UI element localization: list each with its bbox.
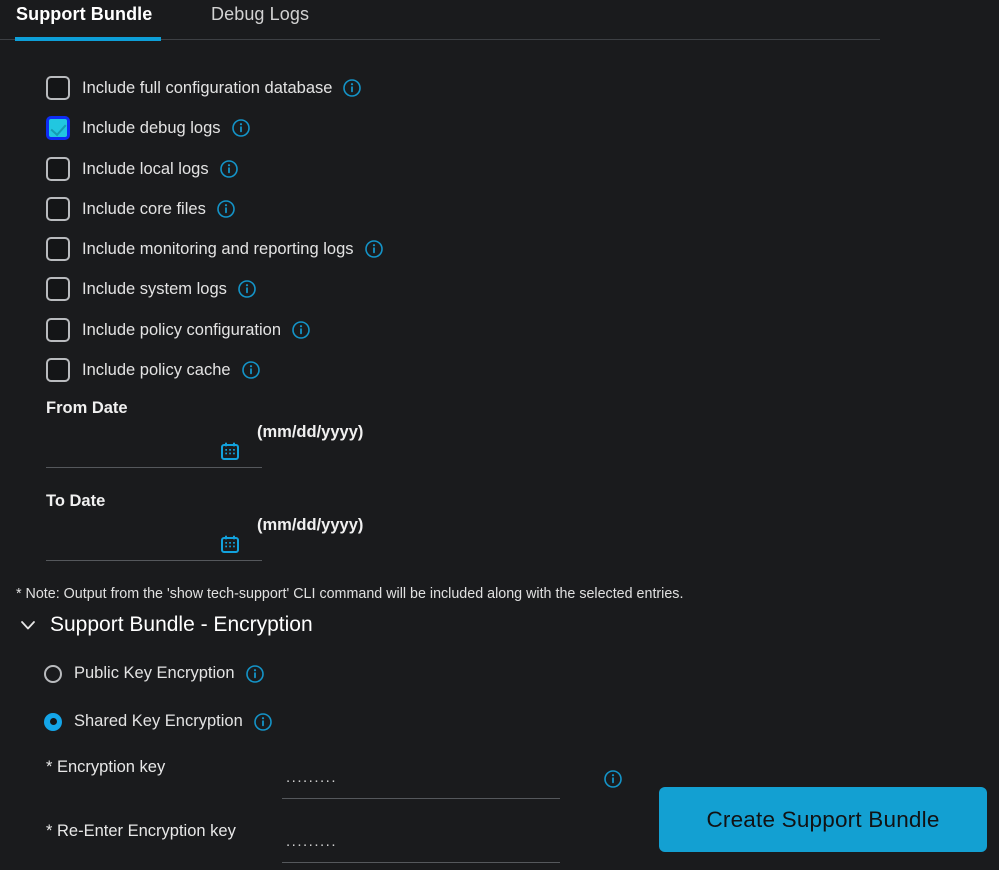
reenter-encryption-key-input-wrap[interactable] — [282, 821, 560, 863]
chevron-down-icon[interactable] — [18, 615, 38, 635]
radio-row-public-key-encryption[interactable]: Public Key Encryption — [44, 664, 264, 683]
from-date-format-hint: (mm/dd/yyyy) — [257, 423, 364, 441]
encryption-section-header[interactable]: Support Bundle - Encryption — [18, 613, 313, 637]
radio-row-shared-key-encryption[interactable]: Shared Key Encryption — [44, 712, 272, 731]
checkbox-label: Include debug logs — [82, 118, 221, 137]
checkbox-row-monitoring-reporting-logs[interactable]: Include monitoring and reporting logs — [46, 237, 383, 261]
checkbox-debug-logs[interactable] — [46, 116, 70, 140]
radio-public-key-encryption[interactable] — [44, 664, 62, 683]
checkbox-row-local-logs[interactable]: Include local logs — [46, 157, 238, 181]
to-date-format-hint: (mm/dd/yyyy) — [257, 516, 364, 534]
reenter-encryption-key-input[interactable] — [282, 821, 560, 862]
checkbox-row-system-logs[interactable]: Include system logs — [46, 277, 256, 301]
info-icon[interactable] — [364, 240, 383, 258]
info-icon[interactable] — [245, 664, 264, 683]
checkbox-label: Include system logs — [82, 279, 227, 298]
info-icon[interactable] — [343, 79, 362, 97]
to-date-input-wrap[interactable] — [46, 521, 262, 561]
info-icon[interactable] — [292, 321, 310, 339]
encryption-key-label: * Encryption key — [46, 758, 166, 776]
info-icon[interactable] — [238, 280, 256, 298]
active-tab-indicator — [15, 37, 161, 41]
to-date-label: To Date — [46, 492, 106, 510]
checkbox-row-policy-configuration[interactable]: Include policy configuration — [46, 318, 310, 342]
encryption-key-input-wrap[interactable] — [282, 757, 560, 799]
checkbox-label: Include core files — [82, 199, 206, 218]
checkbox-label: Include policy cache — [82, 360, 231, 379]
tab-debug-logs[interactable]: Debug Logs — [211, 4, 309, 25]
checkbox-local-logs[interactable] — [46, 157, 70, 181]
info-icon[interactable] — [253, 712, 272, 731]
from-date-label: From Date — [46, 399, 128, 417]
checkbox-row-debug-logs[interactable]: Include debug logs — [46, 116, 250, 140]
create-support-bundle-button[interactable]: Create Support Bundle — [659, 787, 987, 852]
tech-support-note: * Note: Output from the 'show tech-suppo… — [16, 586, 684, 602]
checkbox-policy-configuration[interactable] — [46, 318, 70, 342]
info-icon[interactable] — [219, 160, 238, 178]
tab-bar: Support Bundle Debug Logs — [0, 0, 999, 45]
checkbox-label: Include monitoring and reporting logs — [82, 239, 354, 258]
reenter-encryption-key-label: * Re-Enter Encryption key — [46, 822, 236, 840]
checkbox-row-policy-cache[interactable]: Include policy cache — [46, 358, 260, 382]
encryption-key-input[interactable] — [282, 757, 560, 798]
radio-label: Public Key Encryption — [74, 664, 235, 682]
calendar-icon[interactable] — [220, 441, 240, 461]
checkbox-row-core-files[interactable]: Include core files — [46, 197, 235, 221]
info-icon[interactable] — [241, 361, 260, 379]
from-date-input-wrap[interactable] — [46, 428, 262, 468]
encryption-section-title: Support Bundle - Encryption — [50, 613, 313, 636]
info-icon[interactable] — [217, 200, 235, 218]
checkbox-label: Include local logs — [82, 159, 209, 178]
radio-shared-key-encryption[interactable] — [44, 712, 62, 731]
checkbox-full-configuration-database[interactable] — [46, 76, 70, 100]
radio-label: Shared Key Encryption — [74, 712, 243, 730]
checkbox-row-full-configuration-database[interactable]: Include full configuration database — [46, 76, 362, 100]
calendar-icon[interactable] — [220, 534, 240, 554]
info-icon[interactable] — [604, 770, 622, 788]
checkbox-policy-cache[interactable] — [46, 358, 70, 382]
info-icon[interactable] — [231, 119, 250, 137]
checkbox-core-files[interactable] — [46, 197, 70, 221]
checkbox-monitoring-and-reporting-logs[interactable] — [46, 237, 70, 261]
tab-support-bundle[interactable]: Support Bundle — [16, 4, 152, 25]
checkbox-system-logs[interactable] — [46, 277, 70, 301]
checkbox-label: Include full configuration database — [82, 78, 333, 97]
checkbox-label: Include policy configuration — [82, 320, 282, 339]
